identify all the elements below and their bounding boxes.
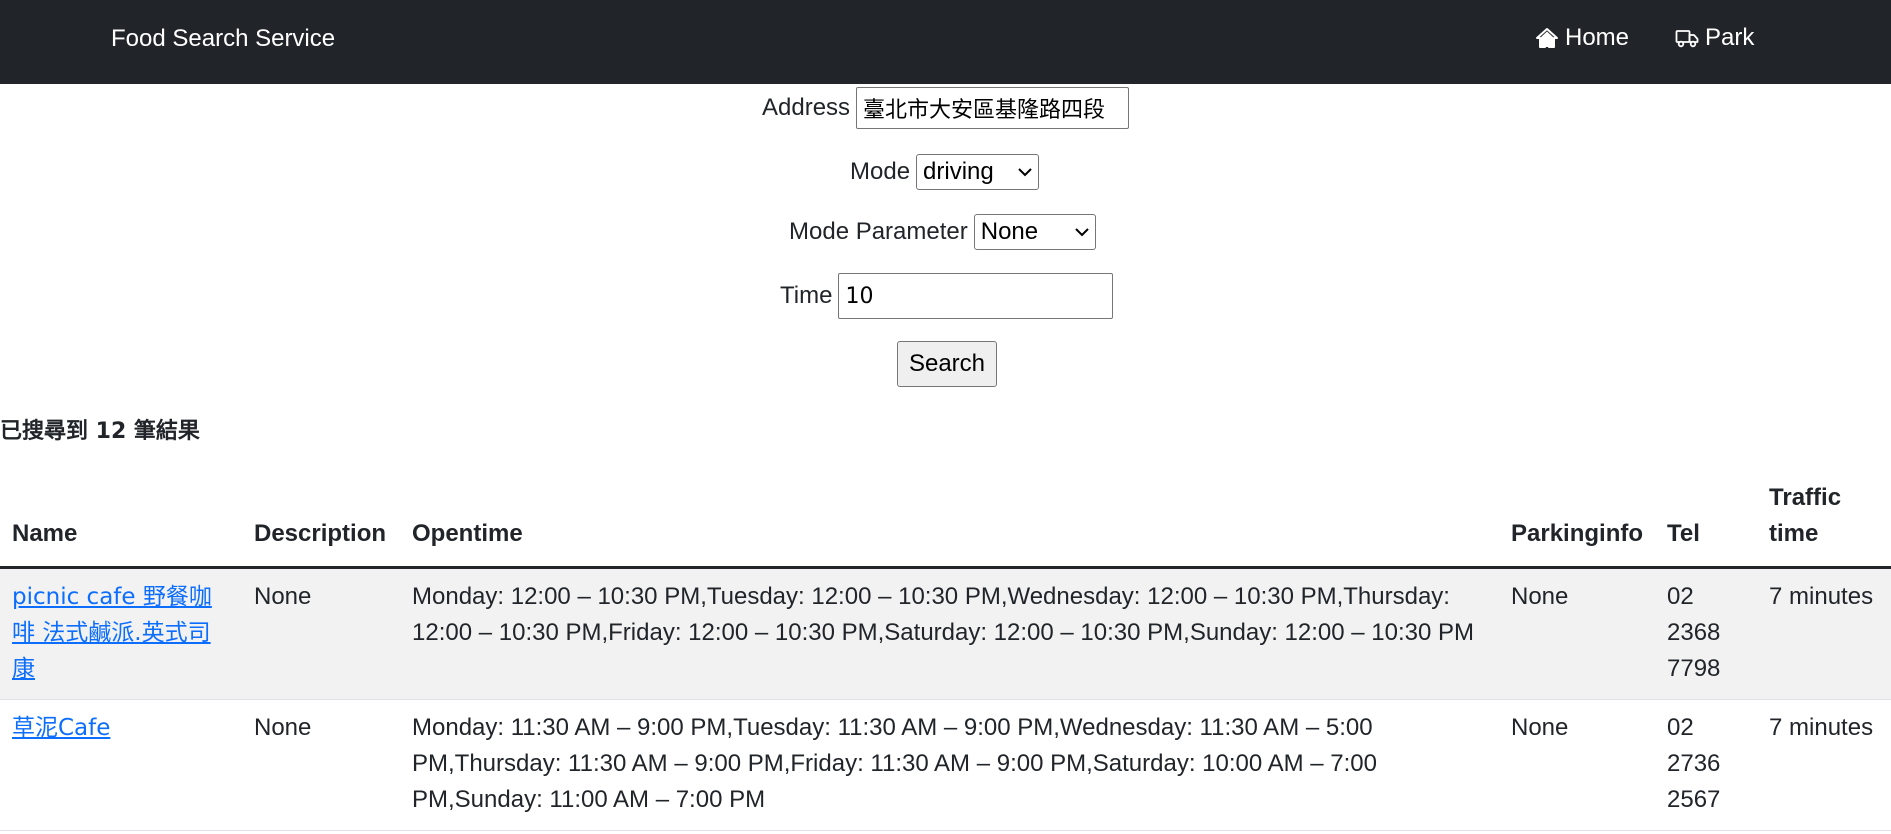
nav-park-label: Park bbox=[1705, 24, 1755, 51]
mode-selected-value: driving bbox=[923, 158, 994, 185]
chevron-down-icon bbox=[1018, 167, 1032, 176]
results-table: Name Description Opentime Parkinginfo Te… bbox=[0, 480, 1891, 831]
cell-tel: 02 2368 7798 bbox=[1655, 567, 1758, 700]
restaurant-link[interactable]: 草泥Cafe bbox=[12, 715, 110, 741]
header-traffic-time: Traffic time bbox=[1757, 480, 1891, 569]
cell-opentime: Monday: 12:00 – 10:30 PM,Tuesday: 12:00 … bbox=[400, 567, 1499, 700]
table-row: picnic cafe 野餐咖啡 法式鹹派.英式司康 None Monday: … bbox=[0, 567, 1891, 700]
mode-row: Mode driving bbox=[850, 154, 1040, 190]
address-input[interactable]: 臺北市大安區基隆路四段 bbox=[856, 87, 1130, 129]
cell-traffic-time: 7 minutes bbox=[1757, 699, 1891, 831]
restaurant-link[interactable]: picnic cafe 野餐咖啡 法式鹹派.英式司康 bbox=[12, 584, 212, 682]
cell-name: 草泥Cafe bbox=[0, 699, 242, 831]
nav-home-label: Home bbox=[1565, 24, 1630, 51]
mode-label: Mode bbox=[850, 158, 911, 185]
header-parkinginfo: Parkinginfo bbox=[1499, 480, 1656, 569]
mode-parameter-select[interactable]: None bbox=[973, 214, 1096, 250]
mode-parameter-label: Mode Parameter bbox=[789, 218, 968, 245]
cell-description: None bbox=[242, 567, 400, 700]
table-header-row: Name Description Opentime Parkinginfo Te… bbox=[0, 480, 1891, 569]
time-label: Time bbox=[780, 282, 833, 309]
mode-select[interactable]: driving bbox=[916, 154, 1040, 190]
cell-opentime: Monday: 11:30 AM – 9:00 PM,Tuesday: 11:3… bbox=[400, 699, 1499, 831]
nav-links: Home Park bbox=[1535, 24, 1754, 52]
nav-home-link[interactable]: Home bbox=[1535, 24, 1629, 52]
top-navbar: Food Search Service Home Park bbox=[0, 0, 1891, 84]
time-row: Time 10 bbox=[780, 273, 1114, 319]
home-icon bbox=[1536, 28, 1558, 48]
cell-parkinginfo: None bbox=[1499, 699, 1656, 831]
mode-parameter-row: Mode Parameter None bbox=[789, 214, 1096, 250]
cell-name: picnic cafe 野餐咖啡 法式鹹派.英式司康 bbox=[0, 567, 242, 700]
header-tel: Tel bbox=[1655, 480, 1758, 569]
cell-parkinginfo: None bbox=[1499, 567, 1656, 700]
cell-traffic-time: 7 minutes bbox=[1757, 567, 1891, 700]
nav-park-link[interactable]: Park bbox=[1675, 24, 1754, 52]
header-opentime: Opentime bbox=[400, 480, 1499, 569]
search-button[interactable]: Search bbox=[897, 341, 997, 387]
address-label: Address bbox=[762, 94, 851, 121]
header-description: Description bbox=[242, 480, 400, 569]
truck-icon bbox=[1675, 30, 1699, 48]
time-input[interactable]: 10 bbox=[838, 273, 1114, 319]
table-row: 草泥Cafe None Monday: 11:30 AM – 9:00 PM,T… bbox=[0, 699, 1891, 831]
result-count: 已搜尋到 12 筆結果 bbox=[0, 419, 200, 444]
address-row: Address 臺北市大安區基隆路四段 bbox=[762, 87, 1130, 129]
mode-parameter-selected-value: None bbox=[980, 218, 1039, 245]
header-name: Name bbox=[0, 480, 242, 569]
brand-link[interactable]: Food Search Service bbox=[111, 25, 335, 53]
cell-description: None bbox=[242, 699, 400, 831]
cell-tel: 02 2736 2567 bbox=[1655, 699, 1758, 831]
chevron-down-icon bbox=[1075, 227, 1089, 236]
